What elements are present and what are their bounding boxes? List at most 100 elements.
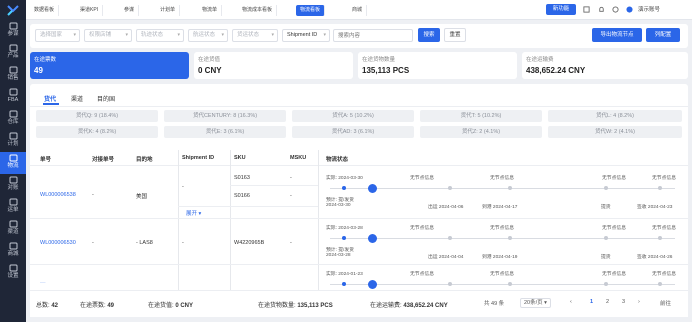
search-input[interactable] <box>333 29 413 42</box>
account-name[interactable]: 演示账号 <box>638 5 660 15</box>
order-link-partial[interactable]: — <box>40 280 46 286</box>
column-header-sku[interactable]: SKU <box>234 155 246 161</box>
tab-forwarder[interactable]: 货代 <box>44 94 56 103</box>
column-header-msku[interactable]: MSKU <box>290 155 306 161</box>
expand-icon[interactable] <box>583 6 590 13</box>
track-status-select[interactable]: 轨迹状态 ▾ <box>136 29 184 42</box>
logo-icon <box>7 5 19 16</box>
tab-6[interactable]: 物流看板 <box>296 5 326 16</box>
tab-4[interactable]: 物流单 <box>198 5 223 16</box>
sidebar-item-10[interactable]: 商城 <box>0 240 26 262</box>
shipment-id-select[interactable]: Shipment ID ▾ <box>282 29 330 42</box>
forwarder-chip[interactable]: 货代Z: 2 (4.1%) <box>420 126 542 138</box>
sidebar-item-label: 计划 <box>7 141 19 147</box>
summary-value: 在途货值: 0 CNY <box>148 303 194 309</box>
stat-card-quantity[interactable]: 在途货物数量 135,113 PCS <box>358 52 517 79</box>
freight-status-select[interactable]: 货运状态 ▾ <box>232 29 278 42</box>
stat-card-fee[interactable]: 在途运输费 438,652.24 CNY <box>522 52 688 79</box>
avatar[interactable] <box>626 6 633 13</box>
sidebar-item-0[interactable]: 参谋 <box>0 20 26 42</box>
column-divider <box>178 150 179 290</box>
order-link[interactable]: WL000006538 <box>40 192 76 198</box>
sidebar-item-6[interactable]: 物流 <box>0 152 26 174</box>
expand-link[interactable]: 展开 ▾ <box>186 209 201 217</box>
sidebar-item-label: 产品 <box>7 53 19 59</box>
column-divider <box>230 150 231 290</box>
column-header-logistics-status[interactable]: 物流状态 <box>326 155 348 163</box>
sidebar-item-label: 运单 <box>7 207 19 213</box>
forwarder-chip[interactable]: 货代A: 5 (10.2%) <box>292 110 414 122</box>
export-nodes-button[interactable]: 导出物流节点 <box>592 28 642 42</box>
summary-count: 在途票数: 49 <box>80 303 115 309</box>
reset-button[interactable]: 重置 <box>444 28 466 42</box>
forwarder-chip[interactable]: 货代Q: 9 (18.4%) <box>36 110 158 122</box>
prev-page-button[interactable]: ‹ <box>570 299 572 305</box>
tab-0[interactable]: 数据看板 <box>30 5 60 16</box>
tab-channel[interactable]: 渠道 <box>71 94 83 103</box>
forwarder-chip[interactable]: 货代L: 4 (8.2%) <box>548 110 682 122</box>
forwarder-chip[interactable]: 货代E: 3 (6.1%) <box>164 126 286 138</box>
summary-bar: 总数: 42 在途票数: 49 在途货值: 0 CNY 在途货物数量: 135,… <box>30 290 688 317</box>
store-select[interactable]: 权限店铺 ▾ <box>84 29 132 42</box>
people-icon <box>9 22 17 30</box>
sidebar-item-1[interactable]: 产品 <box>0 42 26 64</box>
forwarder-chip[interactable]: 货代W: 2 (4.1%) <box>548 126 682 138</box>
column-config-button[interactable]: 列配置 <box>646 28 680 42</box>
top-tab-bar: 新功能 演示账号 数据看板 渠道KPI 参谋 计划单 物流单 物流成本看板 物流看板 商城 <box>26 0 692 20</box>
column-header-ref[interactable]: 对接单号 <box>92 155 114 163</box>
tab-3[interactable]: 计划单 <box>156 5 181 16</box>
sidebar-item-5[interactable]: 计划 <box>0 130 26 152</box>
header-divider <box>30 165 688 166</box>
page-1[interactable]: 1 <box>590 299 593 305</box>
stat-card-count[interactable]: 在途票数 49 <box>30 52 189 79</box>
page-size-select[interactable]: 20条/页 ▾ <box>520 298 551 308</box>
sidebar-item-label: 渠道 <box>7 229 19 235</box>
sku: W4220965B <box>234 240 265 246</box>
timeline-node-text: 无节点信息 <box>602 176 626 181</box>
page-2[interactable]: 2 <box>606 299 609 305</box>
column-header-shipment[interactable]: Shipment ID <box>182 155 214 161</box>
sidebar-item-label: FBA <box>7 97 19 103</box>
timeline-step: 提货 <box>601 255 611 260</box>
timeline-dot <box>342 282 346 286</box>
order-link[interactable]: WL000006530 <box>40 240 76 246</box>
forwarder-chip[interactable]: 货代K: 4 (8.2%) <box>36 126 158 138</box>
column-header-destination[interactable]: 目的地 <box>136 155 153 163</box>
timeline-step: 出运 2024-04-04 <box>428 255 464 260</box>
timeline-eta-date: 2024-03-28 <box>326 253 351 258</box>
bell-icon[interactable] <box>598 6 605 13</box>
column-header-order[interactable]: 单号 <box>40 155 51 163</box>
sidebar-item-3[interactable]: FBA <box>0 86 26 108</box>
search-button[interactable]: 搜索 <box>418 28 440 42</box>
sea-status-select[interactable]: 航运状态 ▾ <box>188 29 228 42</box>
page-3[interactable]: 3 <box>622 299 625 305</box>
tab-1[interactable]: 渠道KPI <box>76 5 104 16</box>
tab-7[interactable]: 商城 <box>348 5 368 16</box>
divider <box>30 106 688 107</box>
channel-icon <box>9 220 17 228</box>
tab-destination[interactable]: 目的国 <box>97 94 115 103</box>
sidebar-item-8[interactable]: 运单 <box>0 196 26 218</box>
next-page-button[interactable]: › <box>638 299 640 305</box>
new-feature-button[interactable]: 新功能 <box>546 4 576 15</box>
tab-2[interactable]: 参谋 <box>120 5 140 16</box>
sidebar-item-2[interactable]: 销售 <box>0 64 26 86</box>
forwarder-chip[interactable]: 货代AD: 3 (6.1%) <box>292 126 414 138</box>
tab-5[interactable]: 物流成本看板 <box>238 5 278 16</box>
pagination-total: 共 49 条 <box>484 301 505 307</box>
forwarder-chip[interactable]: 货代CENTURY: 8 (16.3%) <box>164 110 286 122</box>
country-select[interactable]: 选择国家 ▾ <box>35 29 80 42</box>
truck-icon <box>368 280 377 289</box>
sidebar-item-11[interactable]: 设置 <box>0 262 26 284</box>
help-icon[interactable] <box>612 6 619 13</box>
sidebar-item-9[interactable]: 渠道 <box>0 218 26 240</box>
forwarder-chip[interactable]: 货代T: 5 (10.2%) <box>420 110 542 122</box>
stat-card-value[interactable]: 在途货值 0 CNY <box>194 52 353 79</box>
sidebar-item-7[interactable]: 对账 <box>0 174 26 196</box>
summary-quantity: 在途货物数量: 135,113 PCS <box>258 303 333 309</box>
warehouse-icon <box>9 110 17 118</box>
sidebar-item-4[interactable]: 仓库 <box>0 108 26 130</box>
sidebar-item-label: 仓库 <box>7 119 19 125</box>
timeline-node-text: 无节点信息 <box>410 176 434 181</box>
timeline-dot <box>604 186 608 190</box>
